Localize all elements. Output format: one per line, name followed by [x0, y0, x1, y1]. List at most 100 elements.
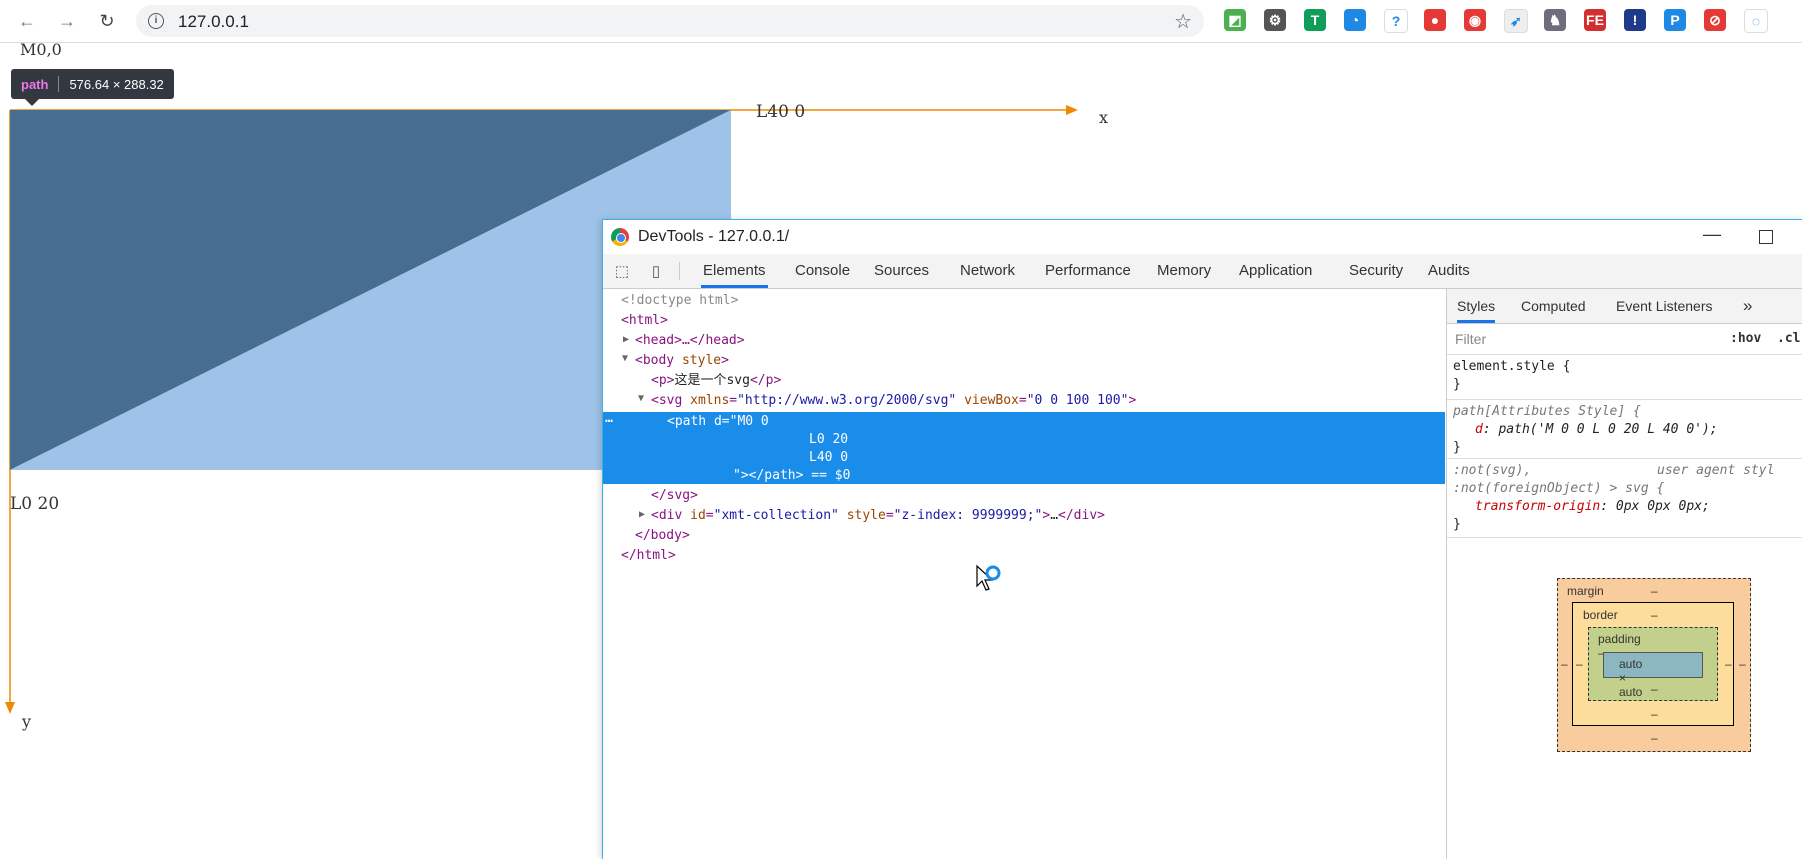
fe-extension-icon[interactable]: FE	[1584, 9, 1606, 31]
dom-svg-close[interactable]: </svg>	[651, 486, 698, 506]
d-prop: d	[1475, 422, 1483, 437]
x-axis-arrow	[1066, 105, 1078, 115]
info-icon[interactable]: i	[148, 13, 164, 29]
svg-val-viewbox: "0 0 100 100"	[1026, 393, 1129, 408]
svg-val-xmlns: "http://www.w3.org/2000/svg"	[737, 393, 957, 408]
reload-icon[interactable]: ↻	[94, 8, 120, 34]
rocket-extension-icon[interactable]: ➶	[1504, 9, 1528, 33]
border-label: border	[1583, 608, 1618, 622]
help-extension-icon[interactable]: ?	[1384, 9, 1408, 33]
tab-styles[interactable]: Styles	[1457, 289, 1496, 323]
hov-toggle[interactable]: :hov	[1730, 331, 1761, 346]
tab-network[interactable]: Network	[958, 254, 1017, 288]
tab-console[interactable]: Console	[793, 254, 852, 288]
more-dots-icon[interactable]: ⋯	[605, 412, 613, 432]
dom-html-open[interactable]: <html>	[621, 311, 668, 331]
tab-performance[interactable]: Performance	[1043, 254, 1133, 288]
dom-head[interactable]: <head>…</head>	[635, 331, 745, 351]
devtools-window: DevTools - 127.0.0.1/ — ⬚ ▯ Elements Cons…	[602, 219, 1802, 859]
shield-extension-icon[interactable]: T	[1304, 9, 1326, 31]
path-attributes-selector: path[Attributes Style] {	[1453, 404, 1641, 419]
label-l20: L0 20	[10, 494, 60, 514]
tab-elements[interactable]: Elements	[701, 254, 768, 288]
margin-top-value: –	[1651, 584, 1658, 598]
more-tabs-icon[interactable]: »	[1743, 289, 1752, 323]
p-extension-icon[interactable]: P	[1664, 9, 1686, 31]
styles-panel: Styles Computed Event Listeners » Filter…	[1446, 289, 1802, 859]
path-line-3: L40 0	[809, 450, 849, 465]
border-left-value: –	[1576, 657, 1583, 671]
elements-dom-tree: <!doctype html> <html> ▶ <head>…</head> …	[603, 289, 1445, 859]
loading-extension-icon[interactable]: ◌	[1744, 9, 1768, 33]
colorful-extension-icon[interactable]: ◩	[1224, 9, 1246, 31]
tab-audits[interactable]: Audits	[1426, 254, 1472, 288]
collapse-triangle-icon[interactable]: ▼	[622, 353, 628, 364]
styles-filter-input[interactable]: Filter	[1455, 331, 1486, 347]
dom-p[interactable]: <p>这是一个svg</p>	[651, 371, 781, 391]
d-value: path('M 0 0 L 0 20 L 40 0');	[1498, 422, 1718, 437]
margin-right-value: –	[1739, 657, 1746, 671]
browser-toolbar: ← → ↻ i 127.0.0.1 ☆ ◩ ⚙ T ◔? ● ◉ ➶ ♞ FE! P ⊘ ◌	[0, 0, 1802, 43]
ua-selector-1: :not(svg),	[1453, 463, 1532, 478]
ua-label: user agent styl	[1657, 463, 1775, 478]
dom-svg-open[interactable]: <svg xmlns="http://www.w3.org/2000/svg" …	[651, 391, 1136, 411]
margin-bottom-value: –	[1651, 731, 1658, 745]
maximize-icon[interactable]	[1759, 230, 1773, 244]
dom-html-close[interactable]: </html>	[621, 546, 676, 566]
address-bar[interactable]: i 127.0.0.1 ☆	[136, 5, 1204, 37]
tooltip-tag: path	[21, 76, 49, 92]
block-extension-icon[interactable]: ⊘	[1704, 9, 1726, 31]
div-id-value: "xmt-collection"	[713, 508, 839, 523]
svg-attr-xmlns: xmlns	[690, 393, 730, 408]
tooltip-separator	[58, 76, 60, 92]
dom-body-open[interactable]: <body style>	[635, 351, 729, 371]
path-line-4: "></path> == $0	[733, 468, 851, 483]
compass-extension-icon[interactable]: ◔	[1344, 9, 1366, 31]
element-style-rule: element.style { }	[1447, 355, 1802, 400]
back-icon[interactable]: ←	[14, 8, 40, 34]
devtools-tabbar: ⬚ ▯ Elements Console Sources Network Perform…	[603, 254, 1802, 289]
label-l40: L40 0	[756, 102, 806, 122]
dom-body-close[interactable]: </body>	[635, 526, 690, 546]
styles-tabbar: Styles Computed Event Listeners »	[1447, 289, 1802, 324]
dom-path-selected[interactable]: ⋯ <path d="M0 0 L0 20 L40 0 "></path> ==…	[603, 412, 1445, 484]
cls-toggle[interactable]: .cl	[1777, 331, 1800, 346]
border-top-value: –	[1651, 608, 1658, 622]
tab-application[interactable]: Application	[1237, 254, 1314, 288]
collapse-triangle-icon[interactable]: ▼	[638, 393, 644, 404]
tooltip-size: 576.64 × 288.32	[69, 76, 164, 92]
y-axis-label: y	[22, 712, 32, 731]
tab-memory[interactable]: Memory	[1155, 254, 1213, 288]
tab-sources[interactable]: Sources	[872, 254, 931, 288]
content-size: auto × auto	[1619, 657, 1643, 699]
gear-extension-icon[interactable]: ⚙	[1264, 9, 1286, 31]
forward-icon[interactable]: →	[54, 8, 80, 34]
info-extension-icon[interactable]: !	[1624, 9, 1646, 31]
tab-divider	[679, 262, 680, 280]
tab-event-listeners[interactable]: Event Listeners	[1616, 289, 1713, 323]
tab-security[interactable]: Security	[1347, 254, 1405, 288]
element-style-close: }	[1453, 377, 1461, 392]
expand-triangle-icon[interactable]: ▶	[623, 334, 629, 345]
tab-computed[interactable]: Computed	[1521, 289, 1586, 323]
device-toolbar-icon[interactable]: ▯	[647, 262, 665, 280]
dom-div-xmt[interactable]: <div id="xmt-collection" style="z-index:…	[651, 506, 1105, 526]
element-style-selector[interactable]: element.style {	[1453, 358, 1570, 376]
box-content[interactable]	[1603, 652, 1703, 678]
margin-label: margin	[1567, 584, 1604, 598]
bookmark-star-icon[interactable]: ☆	[1174, 9, 1192, 34]
element-inspect-tooltip: path 576.64 × 288.32	[11, 69, 174, 99]
inspect-element-icon[interactable]: ⬚	[613, 262, 631, 280]
minimize-icon[interactable]: —	[1703, 224, 1721, 245]
red-circle-extension-icon[interactable]: ◉	[1464, 9, 1486, 31]
dom-doctype[interactable]: <!doctype html>	[621, 291, 738, 311]
border-right-value: –	[1725, 657, 1732, 671]
ua-rule-close: }	[1453, 517, 1461, 532]
tooltip-arrow	[25, 99, 39, 106]
expand-triangle-icon[interactable]: ▶	[639, 509, 645, 520]
cat-extension-icon[interactable]: ♞	[1544, 9, 1566, 31]
d-declaration: d: path('M 0 0 L 0 20 L 40 0');	[1475, 422, 1718, 437]
map-pin-extension-icon[interactable]: ●	[1424, 9, 1446, 31]
y-axis-arrow	[5, 702, 15, 714]
devtools-title: DevTools - 127.0.0.1/	[638, 228, 790, 245]
